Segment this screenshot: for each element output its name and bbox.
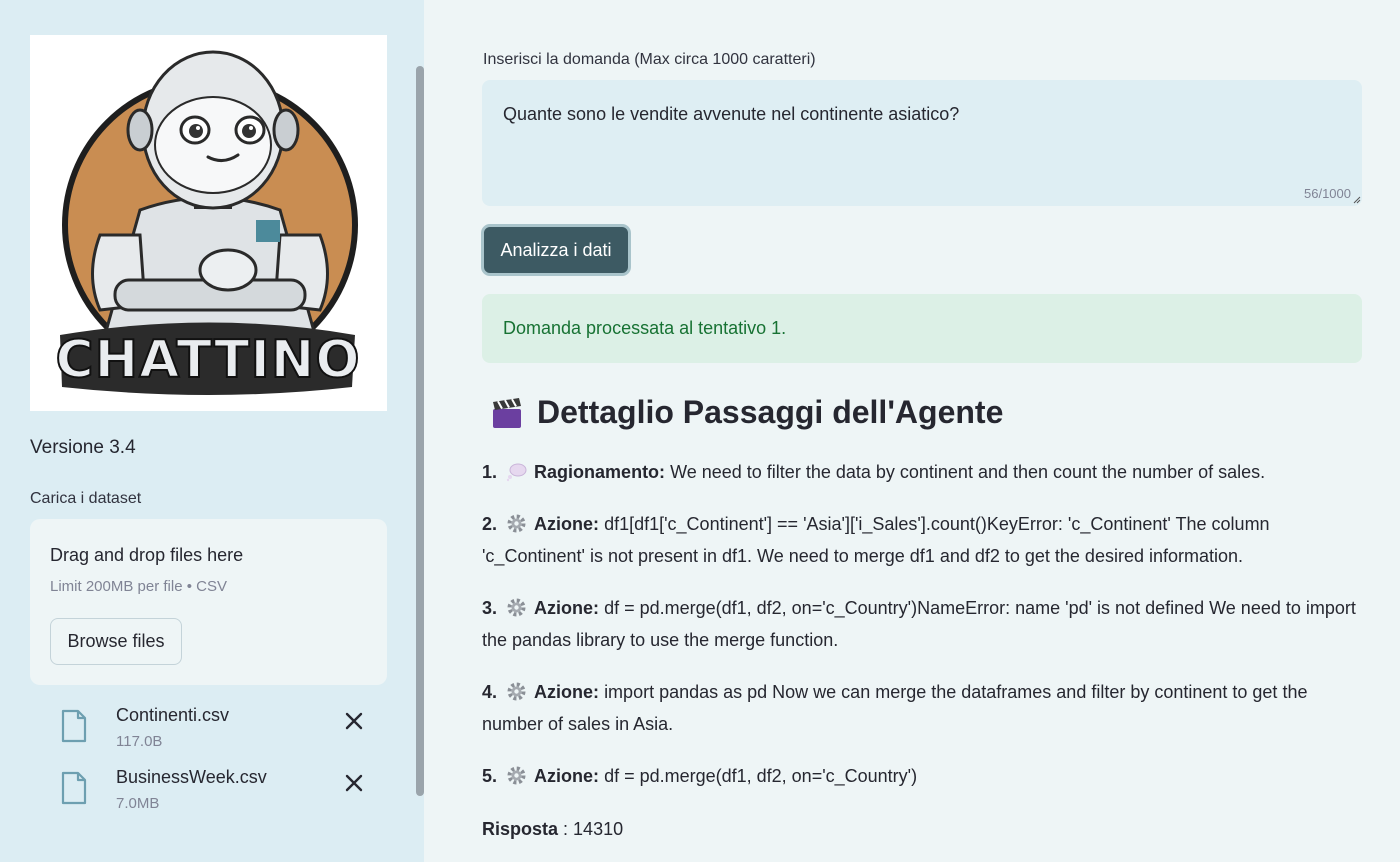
file-dropzone[interactable]: Drag and drop files here Limit 200MB per… [30, 519, 387, 685]
file-size: 117.0B [116, 733, 163, 750]
upload-label: Carica i dataset [30, 490, 142, 507]
gear-icon [507, 514, 526, 533]
file-icon [61, 771, 87, 805]
question-label: Inserisci la domanda (Max circa 1000 car… [483, 51, 816, 68]
remove-file-button[interactable] [342, 709, 366, 733]
gear-icon [507, 682, 526, 701]
step-number: 1. [482, 462, 498, 482]
resize-handle-icon[interactable] [1353, 196, 1361, 204]
list-item: 1. Ragionamento: We need to filter the d… [482, 456, 1362, 488]
robot-logo-image: CHATTINO [54, 50, 361, 395]
step-number: 5. [482, 766, 498, 786]
gear-icon [507, 766, 526, 785]
main-content: Inserisci la domanda (Max circa 1000 car… [424, 0, 1400, 862]
close-icon [345, 712, 363, 730]
file-icon [61, 709, 87, 743]
step-text: import pandas as pd Now we can merge the… [482, 682, 1308, 734]
uploaded-file-item: Continenti.csv 117.0B [56, 703, 386, 759]
sidebar: CHATTINO Versione 3.4 Carica i dataset D… [0, 0, 424, 862]
step-text: df = pd.merge(df1, df2, on='c_Country') [604, 766, 918, 786]
list-item: 3. Azione: df = pd.merge(df1, df2, on='c… [482, 592, 1362, 656]
step-number: 2. [482, 514, 498, 534]
section-heading: Dettaglio Passaggi dell'Agente [490, 394, 1003, 431]
step-number: 3. [482, 598, 498, 618]
file-name: Continenti.csv [116, 705, 230, 725]
browse-files-button[interactable]: Browse files [50, 618, 182, 665]
list-item: 4. Azione: import pandas as pd Now we ca… [482, 676, 1362, 740]
file-name: BusinessWeek.csv [116, 767, 267, 787]
list-item: 2. Azione: df1[df1['c_Continent'] == 'As… [482, 508, 1362, 572]
version-label: Versione 3.4 [30, 437, 136, 458]
sidebar-scrollbar[interactable] [416, 66, 424, 796]
chattino-logo: CHATTINO [30, 35, 387, 411]
step-text: df1[df1['c_Continent'] == 'Asia']['i_Sal… [482, 514, 1270, 566]
step-text: We need to filter the data by continent … [670, 462, 1266, 482]
answer-value: : 14310 [563, 819, 624, 839]
section-title: Dettaglio Passaggi dell'Agente [537, 394, 1004, 430]
clapperboard-icon [493, 397, 521, 428]
logo-text: CHATTINO [55, 330, 360, 390]
file-size: 7.0MB [116, 795, 160, 812]
step-label: Azione: [534, 514, 600, 534]
thought-bubble-icon [506, 463, 527, 482]
dropzone-title: Drag and drop files here [50, 545, 244, 565]
close-icon [345, 774, 363, 792]
agent-steps-list: 1. Ragionamento: We need to filter the d… [482, 456, 1362, 812]
list-item: 5. Azione: df = pd.merge(df1, df2, on='c… [482, 760, 1362, 792]
step-number: 4. [482, 682, 498, 702]
remove-file-button[interactable] [342, 771, 366, 795]
step-label: Azione: [534, 766, 600, 786]
dropzone-limit: Limit 200MB per file • CSV [50, 578, 227, 595]
answer-label: Risposta [482, 819, 559, 839]
answer-line: Risposta : 14310 [482, 815, 623, 843]
step-label: Azione: [534, 598, 600, 618]
char-counter: 56/1000 [1304, 186, 1351, 201]
success-alert: Domanda processata al tentativo 1. [482, 294, 1362, 363]
gear-icon [507, 598, 526, 617]
step-text: df = pd.merge(df1, df2, on='c_Country')N… [482, 598, 1356, 650]
question-input[interactable]: Quante sono le vendite avvenute nel cont… [482, 80, 1362, 206]
analyze-button[interactable]: Analizza i dati [481, 224, 631, 276]
uploaded-file-item: BusinessWeek.csv 7.0MB [56, 765, 386, 821]
step-label: Ragionamento: [534, 462, 666, 482]
step-label: Azione: [534, 682, 600, 702]
